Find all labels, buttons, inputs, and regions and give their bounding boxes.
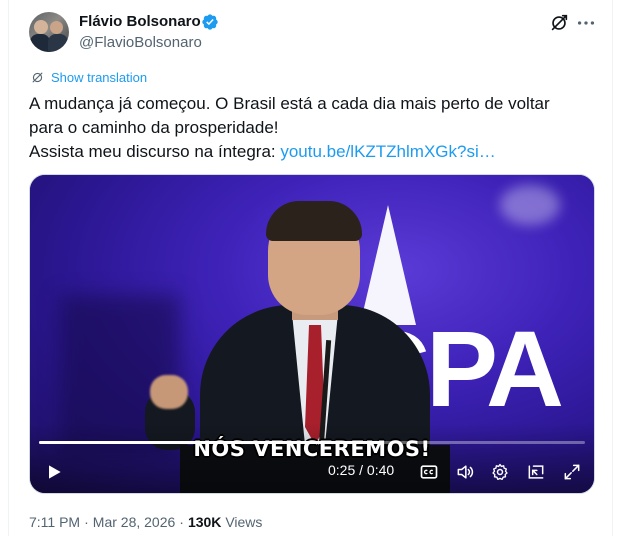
avatar-figure-left [30,34,50,52]
meta-separator: · [84,514,89,530]
tweet-text-line: A mudança já começou. O Brasil está a ca… [29,94,550,113]
card-border-right [612,0,613,536]
fullscreen-icon [564,464,580,480]
avatar-face-left [34,20,48,34]
tweet-time: 7:11 PM [29,514,81,530]
show-translation-label: Show translation [51,69,148,85]
progress-fill [39,441,381,444]
volume-button[interactable] [453,460,477,484]
tweet-text-line: para o caminho da prosperidade! [29,118,279,137]
stage-light [500,185,560,225]
author-handle[interactable]: @FlavioBolsonaro [79,33,202,53]
volume-icon [457,465,474,479]
views-label: Views [225,514,263,530]
verified-badge-icon [202,14,218,30]
tweet-timestamp[interactable]: 7:11 PM · Mar 28, 2026 [29,514,175,530]
avatar[interactable] [29,12,69,52]
avatar-face-right [50,21,63,34]
captions-icon [420,465,438,479]
meta-separator: · [179,514,184,530]
tweet-date: Mar 28, 2026 [92,514,176,530]
play-icon [49,465,61,479]
translate-icon [32,72,43,82]
settings-button[interactable] [488,460,512,484]
card-border-left [8,0,9,536]
tweet-meta: 7:11 PM · Mar 28, 2026 · 130K Views [29,512,262,532]
time-display: 0:25 / 0:40 [328,462,395,478]
progress-bar[interactable] [39,441,585,444]
speaker-hair [266,201,362,241]
grok-icon[interactable] [548,12,570,34]
picture-in-picture-button[interactable] [524,460,548,484]
play-button[interactable] [42,460,66,484]
author-display-name[interactable]: Flávio Bolsonaro [79,12,201,32]
tweet-text-line: Assista meu discurso na íntegra: youtu.b… [29,140,599,164]
avatar-figure-right [48,34,68,52]
show-translation-button[interactable]: Show translation [30,68,147,86]
pip-icon [528,465,544,479]
views-count: 130K [187,514,222,530]
video-player[interactable]: CPA NÓS VENCEREMOS! 0:25 / 0:40 [29,174,595,494]
speaker-fist [150,375,188,409]
tweet-text: A mudança já começou. O Brasil está a ca… [29,92,599,164]
captions-button[interactable] [417,460,441,484]
tweet-text-prefix: Assista meu discurso na íntegra: [29,142,281,161]
tweet-link[interactable]: youtu.be/lKZTZhlmXGk?si… [280,142,495,161]
backdrop-star [360,205,416,325]
more-icon[interactable] [575,12,597,34]
settings-icon [492,463,508,480]
fullscreen-button[interactable] [560,460,584,484]
